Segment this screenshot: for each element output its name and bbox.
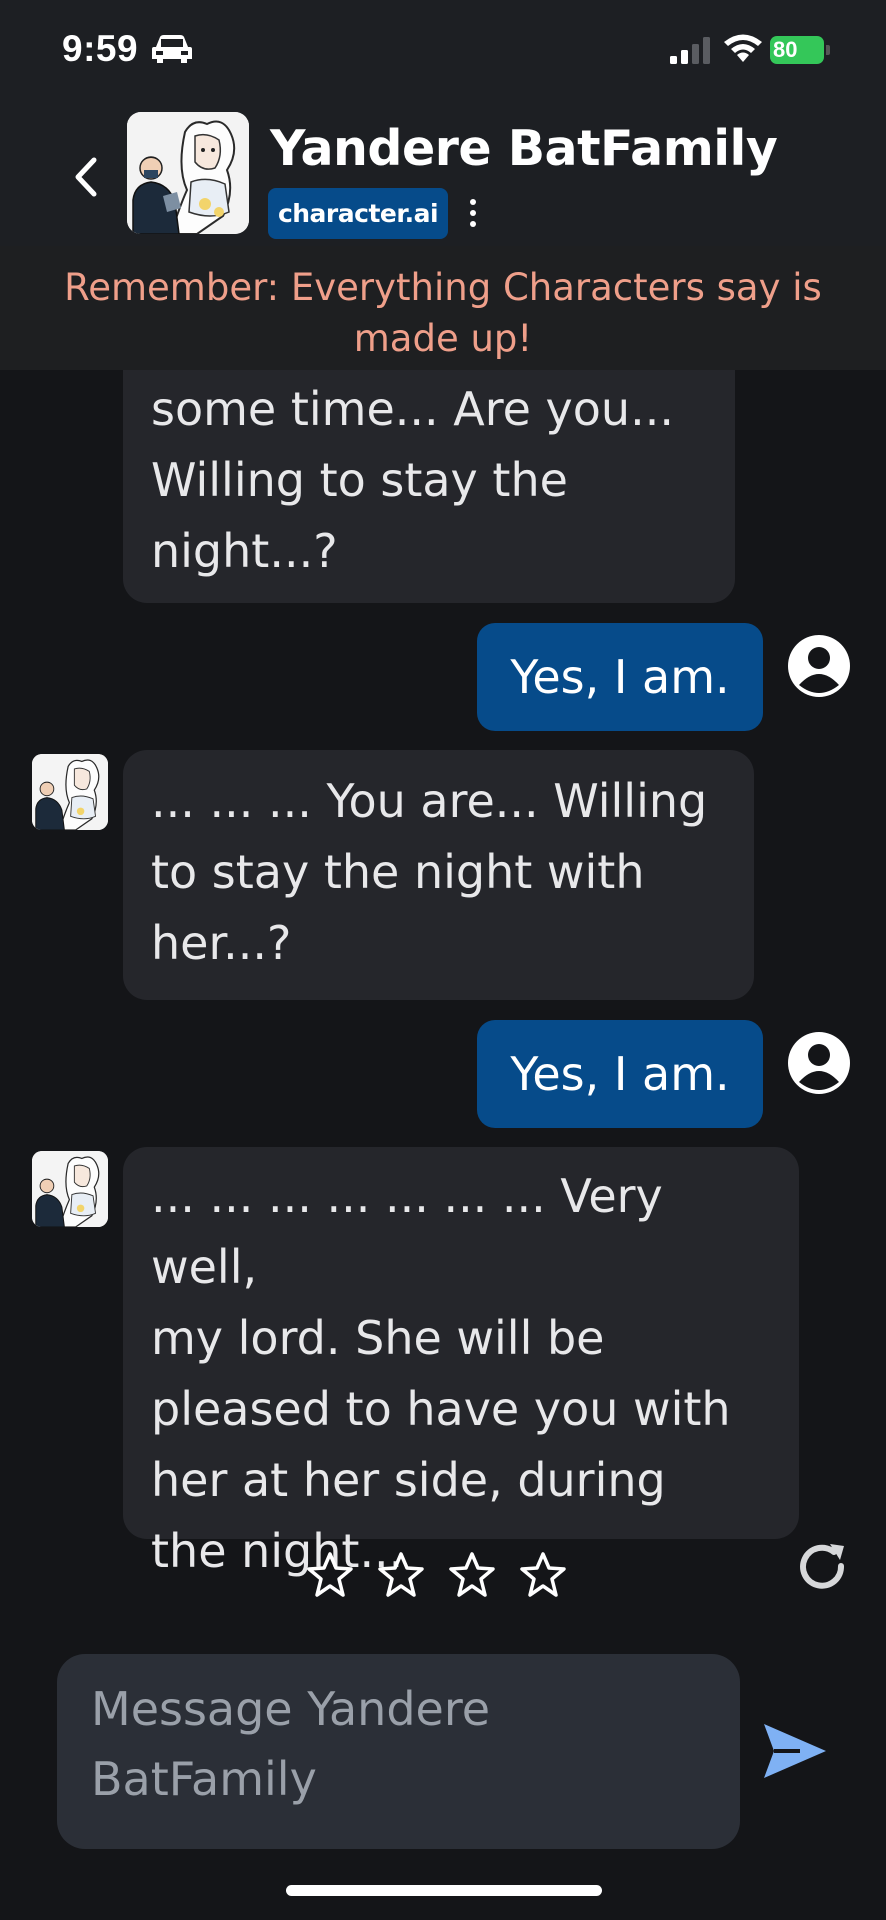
star-icon[interactable]	[518, 1550, 568, 1600]
character-message: ... ... ... ... ... ... ... Very well, m…	[123, 1147, 799, 1578]
user-message: Yes, I am.	[477, 1020, 763, 1128]
more-options-icon[interactable]	[467, 196, 479, 230]
character-artwork	[32, 754, 108, 830]
message-composer	[57, 1654, 740, 1849]
message-input[interactable]	[57, 1654, 740, 1849]
character-message-avatar[interactable]	[32, 754, 108, 830]
star-rating	[305, 1550, 575, 1610]
chat-header: Yandere BatFamily character.ai	[0, 100, 886, 246]
back-chevron-icon[interactable]	[72, 156, 102, 198]
character-artwork	[32, 1151, 108, 1227]
wifi-icon	[724, 34, 762, 62]
character-message: ... ... ... You are... Willing to stay t…	[123, 750, 754, 1000]
star-icon[interactable]	[447, 1550, 497, 1600]
send-icon[interactable]	[760, 1720, 830, 1782]
car-icon	[152, 35, 192, 63]
home-indicator	[286, 1885, 602, 1896]
status-time: 9:59	[62, 28, 139, 69]
user-message: Yes, I am.	[477, 623, 763, 731]
star-icon[interactable]	[305, 1550, 355, 1600]
regenerate-icon[interactable]	[796, 1540, 852, 1596]
character-message: some time... Are you... Willing to stay …	[123, 370, 735, 603]
character-artwork	[127, 112, 249, 234]
star-icon[interactable]	[376, 1550, 426, 1600]
character-name: Yandere BatFamily	[270, 120, 778, 177]
user-avatar-icon	[788, 1032, 850, 1094]
user-avatar-icon	[788, 635, 850, 697]
battery-indicator: 80	[770, 36, 830, 64]
character-message-avatar[interactable]	[32, 1151, 108, 1227]
status-bar: 9:59 80	[0, 0, 886, 100]
chat-messages: some time... Are you... Willing to stay …	[0, 370, 886, 1640]
disclaimer-banner: Remember: Everything Characters say is m…	[0, 246, 886, 370]
battery-level: 80	[773, 37, 798, 62]
character-ai-badge: character.ai	[268, 188, 448, 239]
signal-icon	[670, 37, 710, 64]
character-avatar[interactable]	[127, 112, 249, 234]
